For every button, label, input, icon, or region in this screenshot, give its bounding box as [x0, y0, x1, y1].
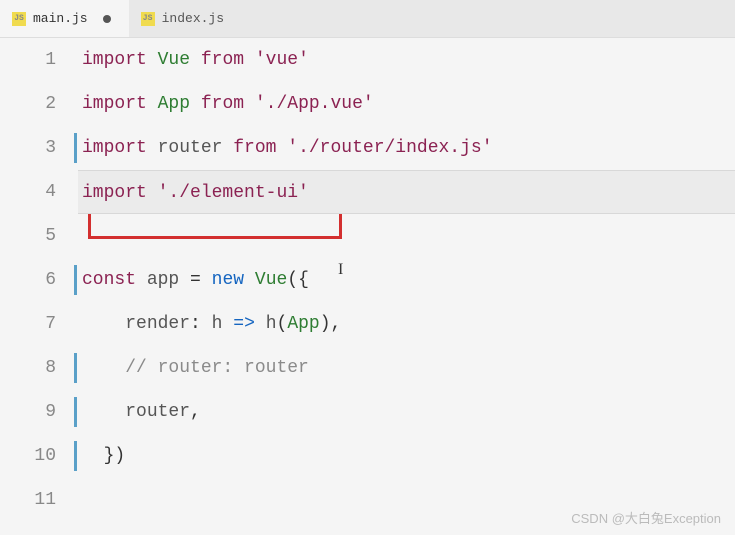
line-number: 3 [0, 126, 56, 170]
line-number: 2 [0, 82, 56, 126]
line-number-gutter: 1234567891011 [0, 38, 78, 535]
code-line[interactable]: const app = new Vue({ [78, 258, 735, 302]
line-number: 1 [0, 38, 56, 82]
watermark: CSDN @大白兔Exception [571, 508, 721, 527]
code-line[interactable]: router, [78, 390, 735, 434]
code-line[interactable]: }) [78, 434, 735, 478]
js-icon: JS [141, 12, 155, 26]
js-icon: JS [12, 12, 26, 26]
line-number: 4 [0, 170, 56, 214]
line-number: 6 [0, 258, 56, 302]
modified-indicator-icon [103, 15, 111, 23]
code-line[interactable]: // router: router [78, 346, 735, 390]
code-line[interactable]: import './element-ui' [78, 170, 735, 214]
line-number: 9 [0, 390, 56, 434]
code-editor[interactable]: 1234567891011 I import Vue from 'vue'imp… [0, 38, 735, 535]
tab-index-js[interactable]: JS index.js [129, 0, 242, 37]
code-line[interactable]: import Vue from 'vue' [78, 38, 735, 82]
code-line[interactable]: render: h => h(App), [78, 302, 735, 346]
code-line[interactable]: import App from './App.vue' [78, 82, 735, 126]
line-number: 7 [0, 302, 56, 346]
code-content[interactable]: I import Vue from 'vue'import App from '… [78, 38, 735, 535]
tab-main-js[interactable]: JS main.js [0, 0, 129, 37]
line-number: 8 [0, 346, 56, 390]
tab-label: main.js [33, 11, 88, 26]
code-line[interactable]: import router from './router/index.js' [78, 126, 735, 170]
code-line[interactable] [78, 214, 735, 258]
tab-bar: JS main.js JS index.js [0, 0, 735, 38]
line-number: 5 [0, 214, 56, 258]
tab-label: index.js [162, 11, 224, 26]
line-number: 10 [0, 434, 56, 478]
line-number: 11 [0, 478, 56, 522]
